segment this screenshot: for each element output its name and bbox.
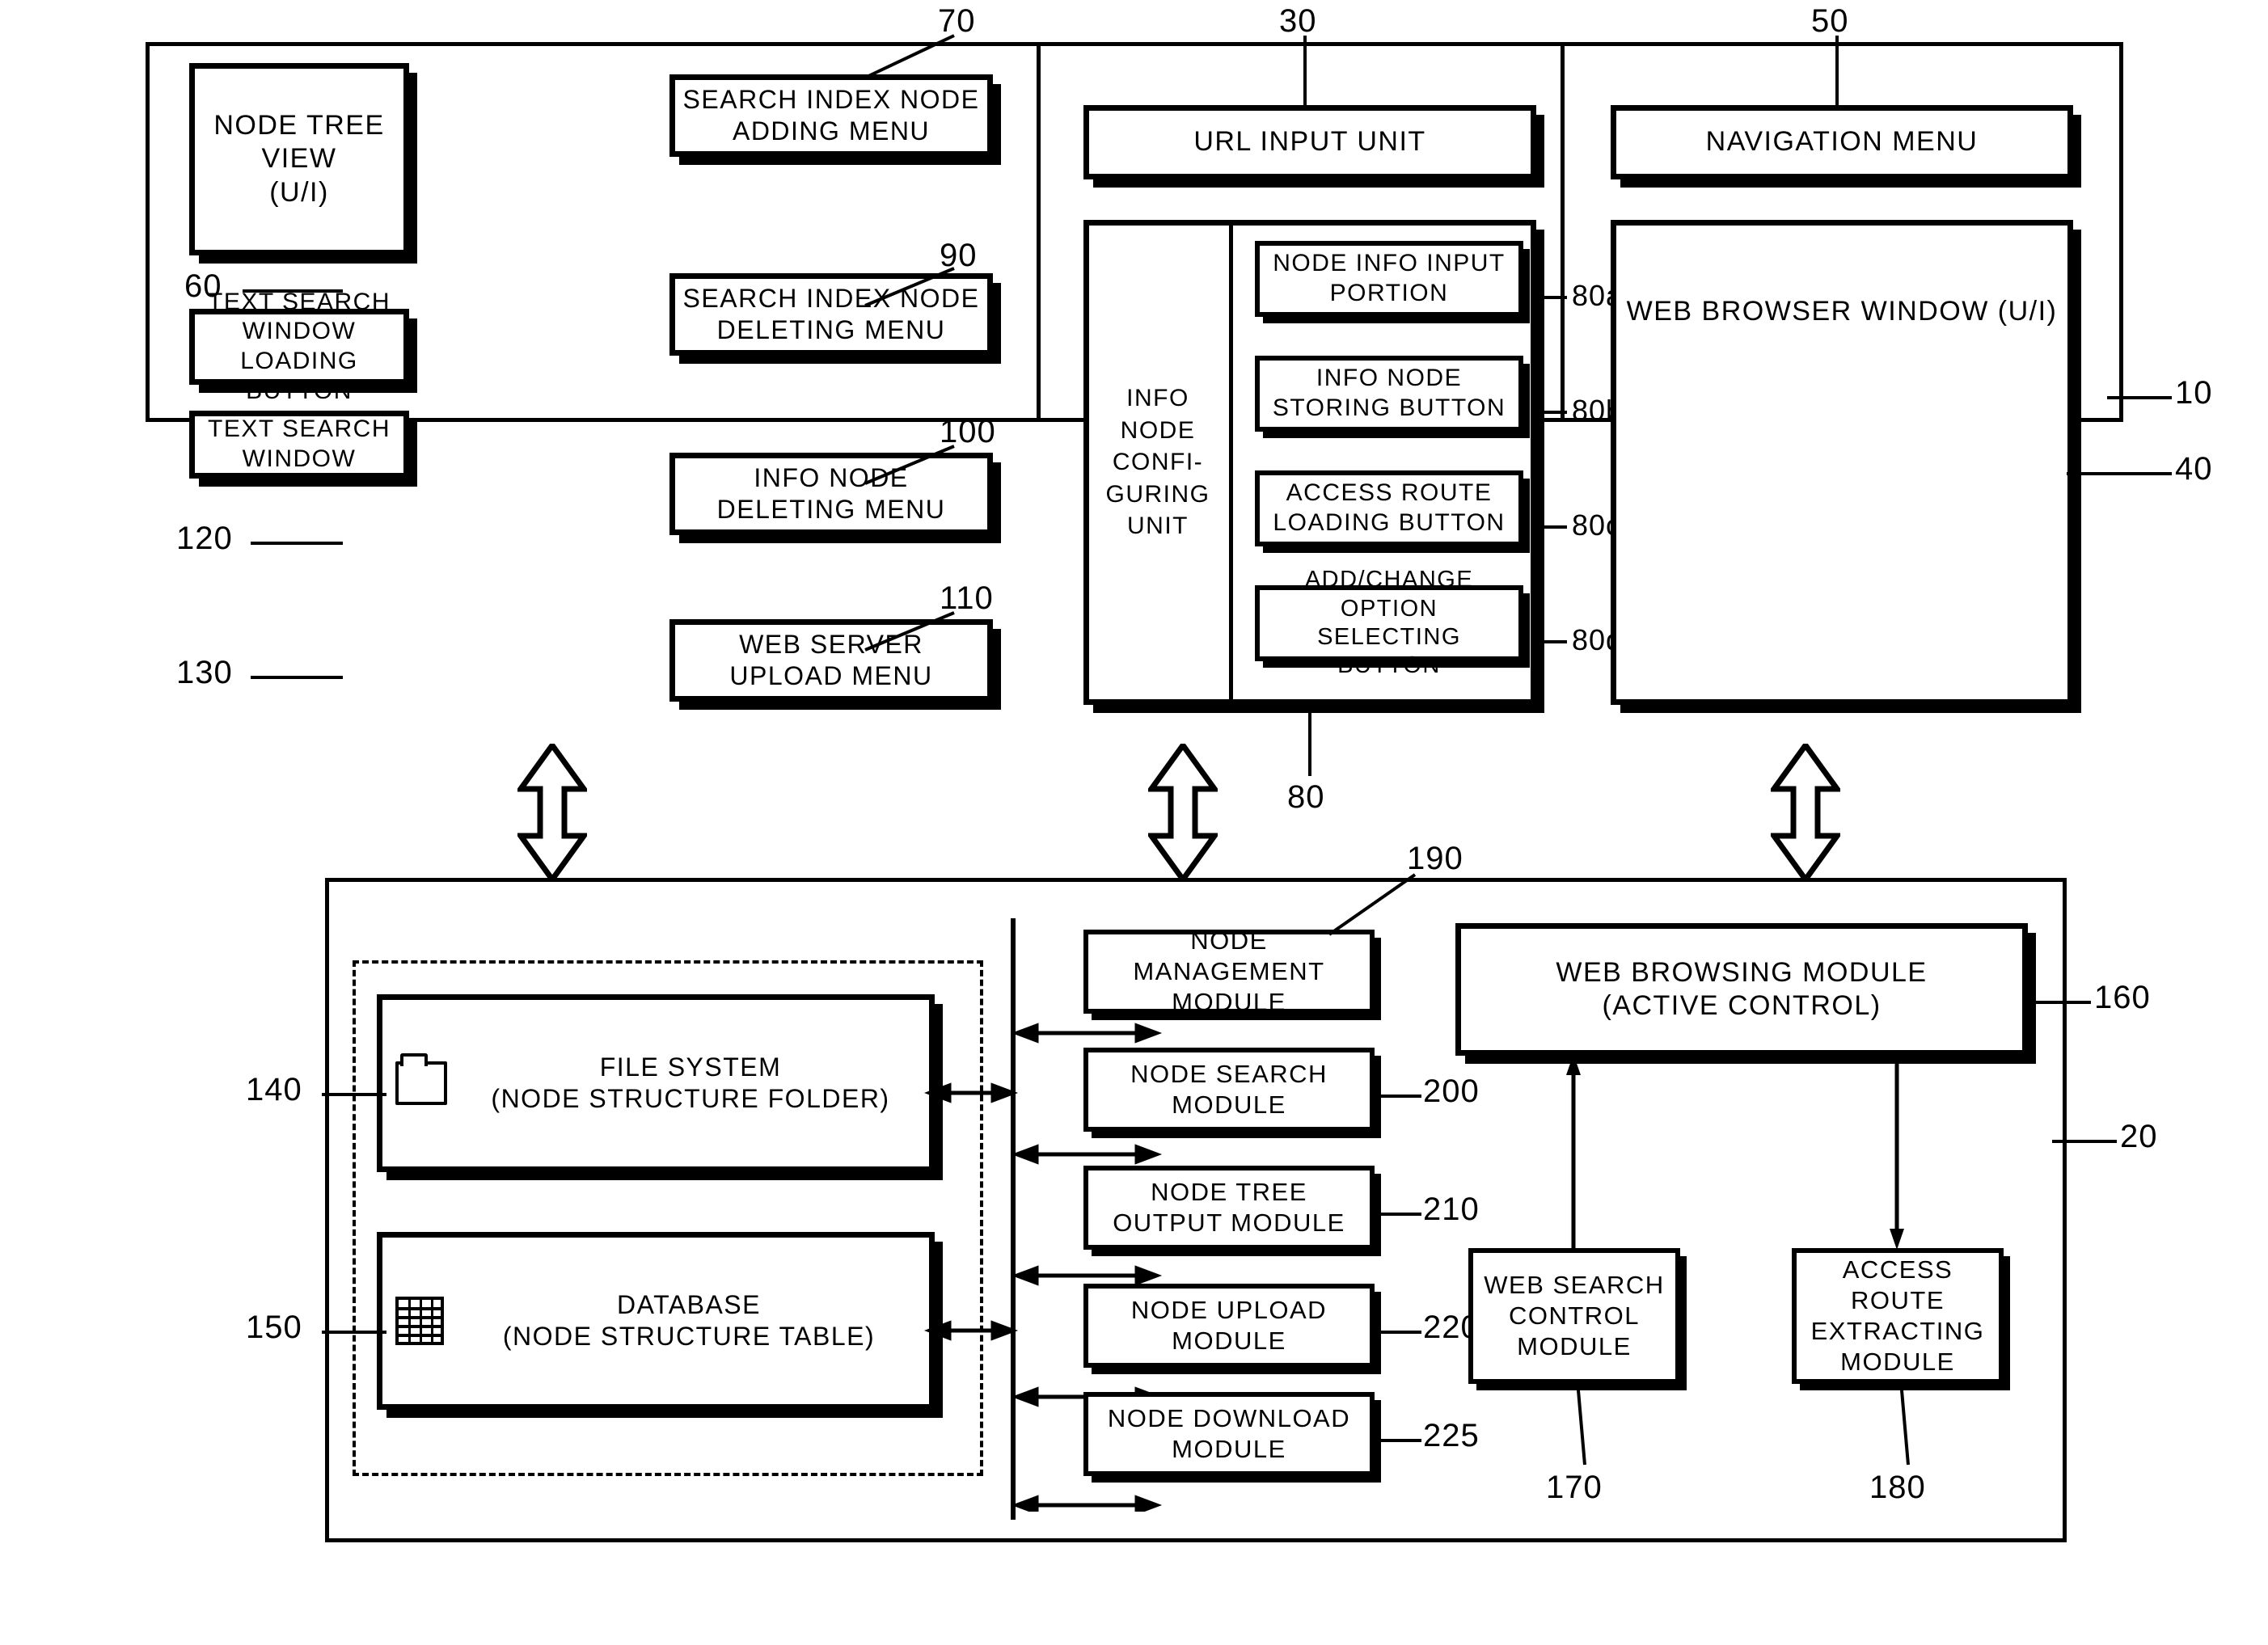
database-label: DATABASE (NODE STRUCTURE TABLE) <box>502 1289 876 1351</box>
leader-80c <box>1533 525 1567 529</box>
navigation-menu-label: NAVIGATION MENU <box>1705 126 1979 158</box>
node-tree-view-box[interactable]: NODE TREE VIEW (U/I) <box>189 63 409 255</box>
text-search-window-loading-button-box[interactable]: TEXT SEARCH WINDOW LOADING BUTTON <box>189 289 409 404</box>
node-tree-output-module-box[interactable]: NODE TREE OUTPUT MODULE <box>1083 1166 1375 1250</box>
browsing-child-arrows <box>1566 1054 1904 1250</box>
file-system-label: FILE SYSTEM (NODE STRUCTURE FOLDER) <box>491 1052 890 1113</box>
ref-10: 10 <box>2175 375 2213 411</box>
ref-50: 50 <box>1811 3 1849 39</box>
web-browser-window-label: WEB BROWSER WINDOW (U/I) <box>1626 296 2058 327</box>
leader-150 <box>322 1331 386 1334</box>
ref-130: 130 <box>176 655 233 690</box>
text-search-window-box[interactable]: TEXT SEARCH WINDOW <box>189 411 409 479</box>
ref-140: 140 <box>246 1072 302 1107</box>
node-search-module-label: NODE SEARCH MODULE <box>1130 1060 1328 1119</box>
leader-90-line <box>864 267 955 307</box>
node-info-input-portion-box[interactable]: NODE INFO INPUT PORTION <box>1255 241 1523 317</box>
node-management-module-label: NODE MANAGEMENT MODULE <box>1133 926 1325 1016</box>
access-route-loading-button-label: ACCESS ROUTE LOADING BUTTON <box>1273 479 1506 536</box>
leader-220 <box>1375 1331 1421 1334</box>
leader-200 <box>1375 1095 1421 1098</box>
info-node-storing-button-box[interactable]: INFO NODE STORING BUTTON <box>1255 356 1523 432</box>
node-info-input-portion-label: NODE INFO INPUT PORTION <box>1273 250 1506 306</box>
info-node-configuring-unit-label: INFO NODE CONFI- GURING UNIT <box>1105 385 1210 540</box>
web-browser-window-box[interactable]: WEB BROWSER WINDOW (U/I) <box>1611 220 2073 705</box>
ref-160: 160 <box>2094 980 2151 1015</box>
add-change-option-selecting-button-label: ADD/CHANGE OPTION SELECTING BUTTON <box>1304 567 1474 679</box>
node-tree-output-module-label: NODE TREE OUTPUT MODULE <box>1113 1178 1345 1237</box>
leader-160 <box>2033 1001 2091 1004</box>
ref-225: 225 <box>1423 1418 1480 1453</box>
access-route-loading-button-box[interactable]: ACCESS ROUTE LOADING BUTTON <box>1255 470 1523 546</box>
access-route-extracting-module-label: ACCESS ROUTE EXTRACTING MODULE <box>1810 1255 1985 1376</box>
leader-100-line <box>864 445 955 485</box>
file-system-box[interactable]: FILE SYSTEM (NODE STRUCTURE FOLDER) <box>377 994 935 1172</box>
node-search-module-box[interactable]: NODE SEARCH MODULE <box>1083 1048 1375 1132</box>
leader-120 <box>251 542 343 545</box>
text-search-window-loading-button-label: TEXT SEARCH WINDOW LOADING BUTTON <box>208 288 391 404</box>
patent-figure: NODE TREE VIEW (U/I) TEXT SEARCH WINDOW … <box>0 0 2268 1645</box>
text-search-window-label: TEXT SEARCH WINDOW <box>208 415 391 472</box>
folder-icon <box>395 1053 447 1105</box>
node-upload-module-box[interactable]: NODE UPLOAD MODULE <box>1083 1284 1375 1368</box>
node-download-module-box[interactable]: NODE DOWNLOAD MODULE <box>1083 1392 1375 1476</box>
ref-80: 80 <box>1287 779 1325 815</box>
leader-180-line <box>1900 1390 1910 1466</box>
ref-170: 170 <box>1546 1470 1603 1505</box>
leader-20 <box>2052 1140 2117 1143</box>
web-search-control-module-box[interactable]: WEB SEARCH CONTROL MODULE <box>1468 1248 1680 1384</box>
ref-180: 180 <box>1869 1470 1926 1505</box>
double-arrow-middle <box>1148 744 1218 881</box>
top-panel-divider-1 <box>1037 42 1041 422</box>
node-tree-view-label: NODE TREE VIEW (U/I) <box>213 109 385 208</box>
ref-150: 150 <box>246 1310 302 1345</box>
ref-120: 120 <box>176 521 233 556</box>
database-icon <box>395 1297 444 1345</box>
leader-80b <box>1533 411 1567 414</box>
top-panel-divider-2 <box>1561 42 1565 422</box>
ref-30: 30 <box>1279 3 1317 39</box>
double-arrow-left <box>517 744 587 881</box>
leader-140 <box>322 1093 386 1096</box>
access-route-extracting-module-box[interactable]: ACCESS ROUTE EXTRACTING MODULE <box>1792 1248 2004 1384</box>
node-download-module-label: NODE DOWNLOAD MODULE <box>1107 1404 1351 1463</box>
ref-40: 40 <box>2175 451 2213 487</box>
ref-20: 20 <box>2120 1119 2158 1154</box>
search-index-node-adding-menu-box[interactable]: SEARCH INDEX NODE ADDING MENU <box>669 74 993 157</box>
add-change-option-selecting-button-box[interactable]: ADD/CHANGE OPTION SELECTING BUTTON <box>1255 567 1523 678</box>
leader-80a <box>1533 296 1567 299</box>
leader-30 <box>1303 36 1307 108</box>
ref-60: 60 <box>184 268 222 304</box>
leader-210 <box>1375 1213 1421 1216</box>
web-browsing-module-box[interactable]: WEB BROWSING MODULE (ACTIVE CONTROL) <box>1455 923 2028 1056</box>
ref-210: 210 <box>1423 1192 1480 1227</box>
info-node-configuring-unit-label-wrap: INFO NODE CONFI- GURING UNIT <box>1089 226 1227 699</box>
web-browsing-module-label: WEB BROWSING MODULE (ACTIVE CONTROL) <box>1556 956 1928 1021</box>
leader-40 <box>2067 472 2172 475</box>
leader-190-line <box>1328 873 1417 936</box>
navigation-menu-box[interactable]: NAVIGATION MENU <box>1611 105 2073 179</box>
leader-130 <box>251 676 343 679</box>
ref-200: 200 <box>1423 1073 1480 1109</box>
search-index-node-adding-menu-label: SEARCH INDEX NODE ADDING MENU <box>682 84 980 146</box>
node-upload-module-label: NODE UPLOAD MODULE <box>1130 1296 1328 1355</box>
leader-80d <box>1533 640 1567 643</box>
double-arrow-right <box>1771 744 1840 881</box>
leader-50 <box>1835 36 1839 108</box>
database-box[interactable]: DATABASE (NODE STRUCTURE TABLE) <box>377 1232 935 1410</box>
leader-10 <box>2107 396 2172 399</box>
leader-70-line <box>864 34 955 79</box>
leader-60 <box>243 289 343 293</box>
url-input-unit-box[interactable]: URL INPUT UNIT <box>1083 105 1536 179</box>
info-node-storing-button-label: INFO NODE STORING BUTTON <box>1272 365 1506 421</box>
leader-170-line <box>1577 1390 1586 1466</box>
web-search-control-module-label: WEB SEARCH CONTROL MODULE <box>1484 1271 1665 1360</box>
leader-225 <box>1375 1439 1421 1442</box>
leader-80 <box>1308 710 1311 776</box>
node-management-module-box[interactable]: NODE MANAGEMENT MODULE <box>1083 926 1375 1016</box>
url-input-unit-label: URL INPUT UNIT <box>1193 126 1426 158</box>
leader-110-line <box>864 611 955 652</box>
config-unit-split <box>1229 226 1233 699</box>
